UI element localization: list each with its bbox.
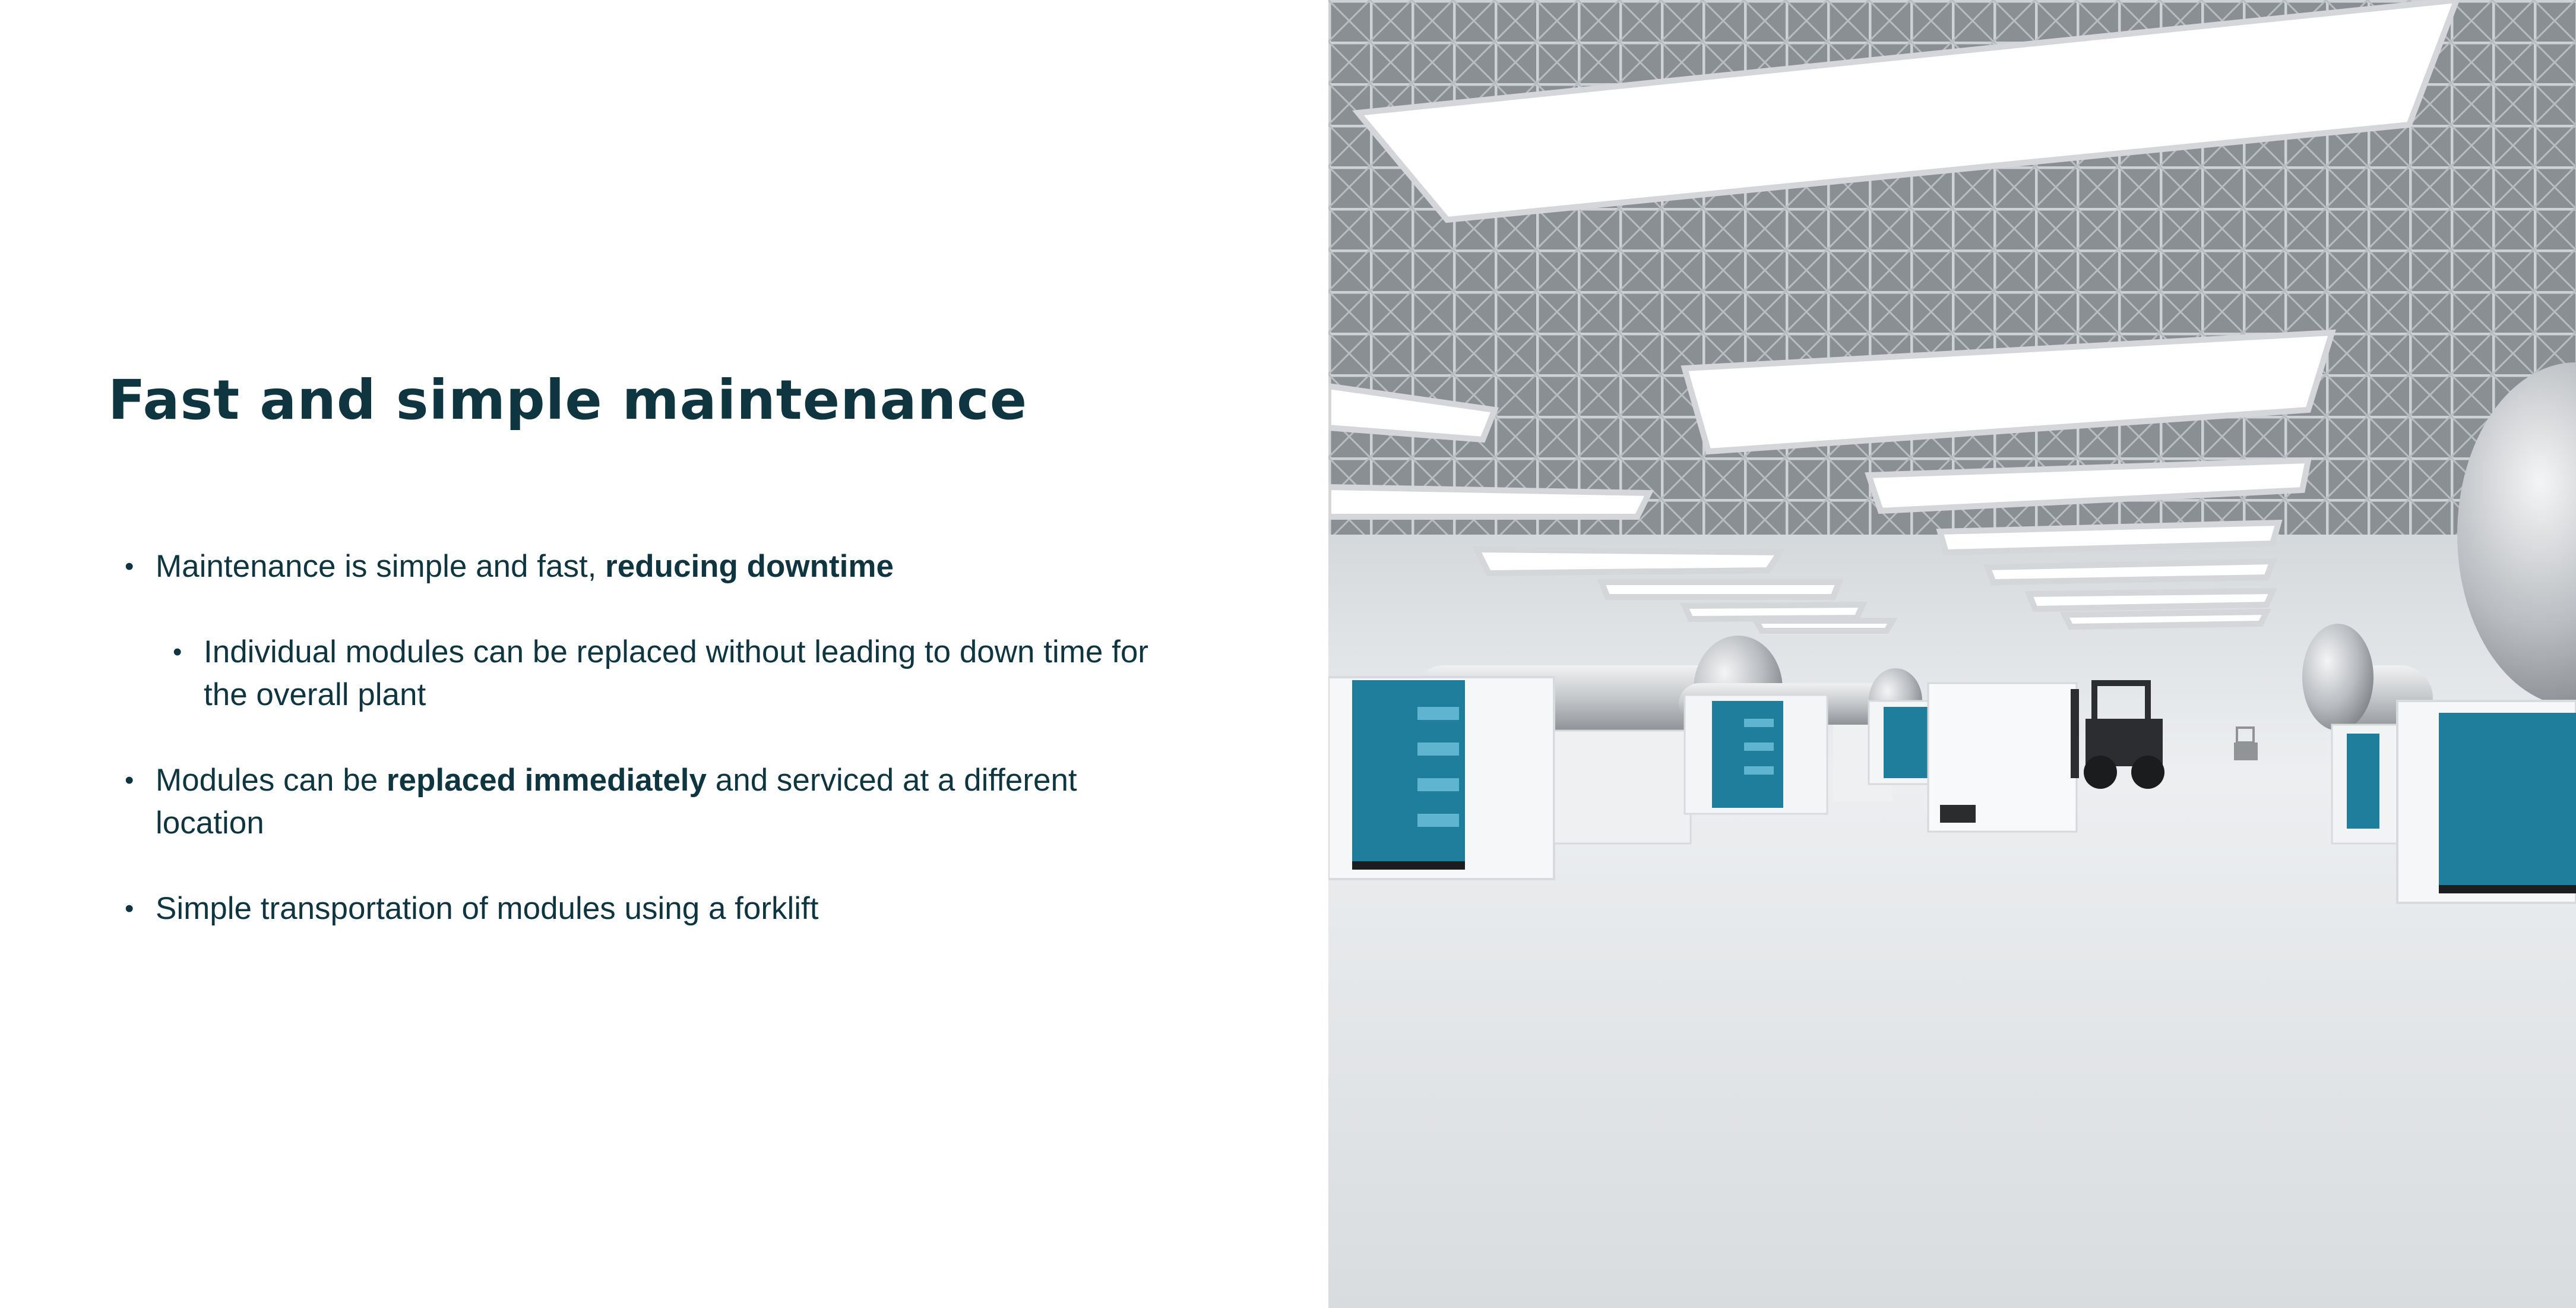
warehouse-image	[1328, 0, 2576, 1308]
text-panel: Fast and simple maintenance • Maintenanc…	[0, 0, 1328, 1308]
bullet-dot-icon: •	[125, 766, 134, 795]
bullet-emphasis: reducing downtime	[605, 549, 894, 584]
bullet-dot-icon: •	[125, 552, 134, 581]
warehouse-illustration	[1328, 0, 2576, 1308]
slide-title: Fast and simple maintenance	[108, 368, 1028, 432]
bullet-item: • Simple transportation of modules using…	[125, 887, 1195, 930]
bullet-dot-icon: •	[173, 637, 182, 666]
bullet-item: • Modules can be replaced immediately an…	[125, 759, 1165, 845]
bullet-dot-icon: •	[125, 894, 134, 923]
sub-bullet-item: • Individual modules can be replaced wit…	[173, 631, 1189, 716]
bullet-emphasis: replaced immediately	[386, 763, 707, 798]
bullet-item: • Maintenance is simple and fast, reduci…	[125, 545, 1195, 588]
slide: Fast and simple maintenance • Maintenanc…	[0, 0, 2576, 1308]
